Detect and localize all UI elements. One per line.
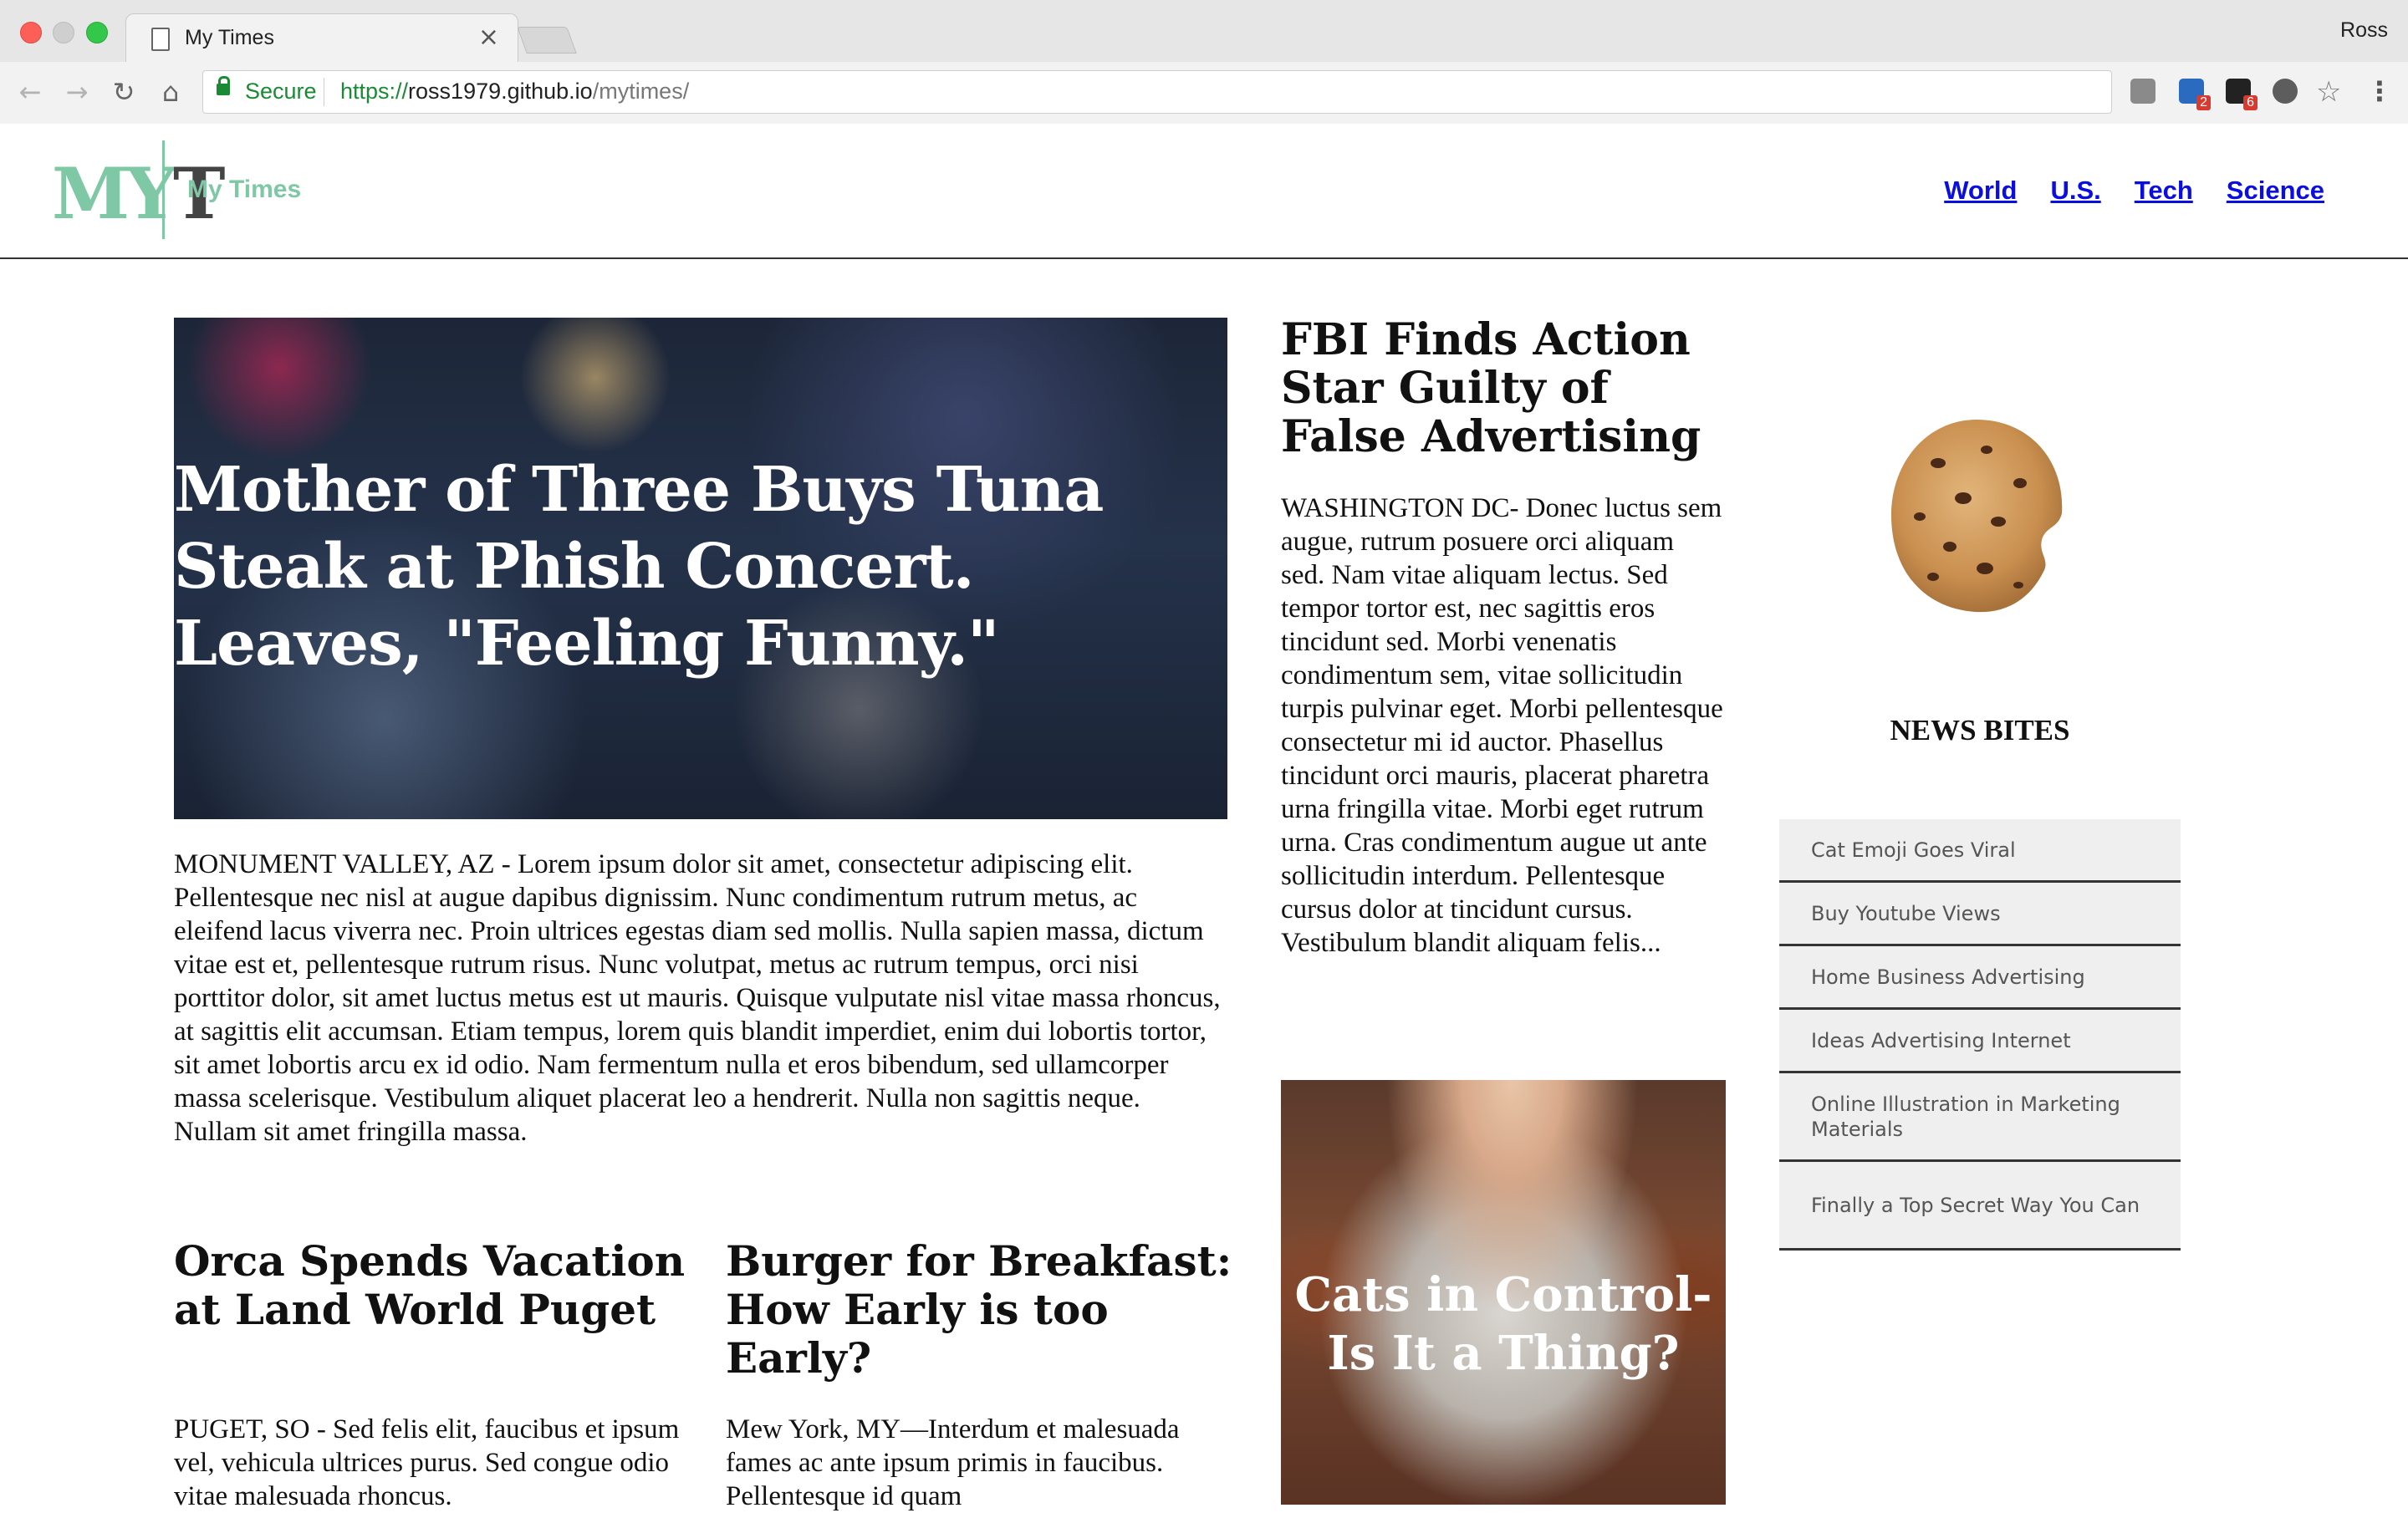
minimize-window-button[interactable] bbox=[53, 22, 74, 43]
tab-title: My Times bbox=[185, 26, 274, 49]
linkedin-icon[interactable]: 2 bbox=[2179, 79, 2211, 110]
lead-story-image[interactable]: Mother of Three Buys Tuna Steak at Phish… bbox=[174, 318, 1227, 819]
news-bite-item[interactable]: Cat Emoji Goes Viral bbox=[1779, 819, 2181, 883]
maximize-window-button[interactable] bbox=[86, 22, 108, 43]
back-arrow-icon[interactable]: ← bbox=[13, 75, 47, 109]
lead-body: MONUMENT VALLEY, AZ - Lorem ipsum dolor … bbox=[174, 849, 1221, 1147]
url-path: /mytimes/ bbox=[592, 79, 690, 104]
extension-badge: 2 bbox=[2196, 95, 2211, 110]
reload-icon[interactable]: ↻ bbox=[107, 75, 140, 109]
address-bar[interactable]: Secure https://ross1979.github.io/mytime… bbox=[202, 70, 2112, 114]
site-header: MYT My Times World U.S. Tech Science bbox=[0, 124, 2408, 259]
close-window-button[interactable] bbox=[20, 22, 42, 43]
extension-badge: 6 bbox=[2243, 95, 2258, 110]
bookmark-star-icon[interactable]: ☆ bbox=[2316, 75, 2341, 109]
url-scheme: https:// bbox=[340, 79, 409, 104]
main-nav: World U.S. Tech Science bbox=[1944, 176, 2324, 206]
burger-headline[interactable]: Burger for Breakfast: How Early is too E… bbox=[726, 1237, 1244, 1383]
logo-divider bbox=[162, 140, 165, 239]
news-bite-item[interactable]: Ideas Advertising Internet bbox=[1779, 1010, 2181, 1073]
new-tab-button[interactable] bbox=[517, 27, 577, 53]
forward-arrow-icon[interactable]: → bbox=[60, 75, 94, 109]
url-text[interactable]: https://ross1979.github.io/mytimes/ bbox=[340, 79, 689, 104]
url-host: ross1979.github.io bbox=[408, 79, 593, 104]
site-name: My Times bbox=[187, 176, 302, 203]
nav-link-us[interactable]: U.S. bbox=[2050, 176, 2100, 206]
fbi-headline[interactable]: FBI Finds Action Star Guilty of False Ad… bbox=[1281, 316, 1732, 461]
logo-letters: MY bbox=[52, 152, 176, 235]
orca-body: PUGET, SO - Sed felis elit, faucibus et … bbox=[174, 1414, 680, 1511]
burger-body: Mew York, MY—Interdum et malesuada fames… bbox=[726, 1414, 1180, 1511]
calendar-icon[interactable]: 6 bbox=[2226, 79, 2258, 110]
nav-link-science[interactable]: Science bbox=[2227, 176, 2324, 206]
news-bite-item[interactable]: Finally a Top Secret Way You Can bbox=[1779, 1162, 2181, 1251]
browser-toolbar: ← → ↻ ⌂ Secure https://ross1979.github.i… bbox=[0, 62, 2408, 125]
browser-titlebar: My Times × Ross bbox=[0, 0, 2408, 64]
pocket-icon[interactable] bbox=[2130, 79, 2155, 104]
nav-link-world[interactable]: World bbox=[1944, 176, 2017, 206]
browser-tab[interactable]: My Times × bbox=[125, 13, 518, 64]
close-tab-icon[interactable]: × bbox=[478, 23, 499, 52]
news-bites-list: Cat Emoji Goes Viral Buy Youtube Views H… bbox=[1779, 819, 2181, 1251]
news-bite-item[interactable]: Home Business Advertising bbox=[1779, 946, 2181, 1010]
lead-headline[interactable]: Mother of Three Buys Tuna Steak at Phish… bbox=[174, 451, 1202, 682]
secure-label: Secure bbox=[245, 79, 317, 104]
home-icon[interactable]: ⌂ bbox=[154, 75, 187, 109]
cats-headline[interactable]: Cats in Control- Is It a Thing? bbox=[1281, 1266, 1726, 1383]
document-icon bbox=[151, 28, 170, 51]
news-bites-title: NEWS BITES bbox=[1890, 714, 2070, 746]
profile-name[interactable]: Ross bbox=[2340, 18, 2388, 43]
nav-link-tech[interactable]: Tech bbox=[2135, 176, 2193, 206]
fbi-body: WASHINGTON DC- Donec luctus sem augue, r… bbox=[1281, 493, 1723, 958]
news-bite-item[interactable]: Online Illustration in Marketing Materia… bbox=[1779, 1073, 2181, 1162]
menu-icon[interactable]: ⋮ bbox=[2366, 75, 2393, 107]
news-bite-item[interactable]: Buy Youtube Views bbox=[1779, 883, 2181, 946]
lightbulb-icon[interactable] bbox=[2273, 79, 2298, 104]
lock-icon bbox=[217, 76, 230, 95]
cookie-image bbox=[1891, 420, 2063, 613]
orca-headline[interactable]: Orca Spends Vacation at Land World Puget bbox=[174, 1237, 709, 1334]
cats-story-image[interactable]: Cats in Control- Is It a Thing? bbox=[1281, 1080, 1726, 1505]
